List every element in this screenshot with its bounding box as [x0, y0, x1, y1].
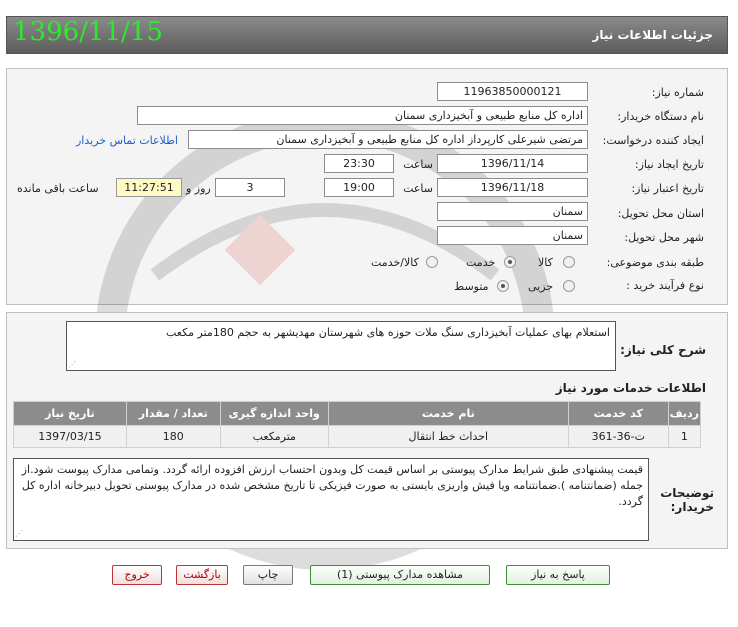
exit-button[interactable]: خروج — [112, 565, 162, 585]
view-attachments-button[interactable]: مشاهده مدارک پیوستی (1) — [310, 565, 490, 585]
col-header-date: تاریخ نیاز — [13, 401, 127, 426]
table-row: 1 ت-36-361 احداث خط انتقال مترمکعب 180 1… — [13, 425, 702, 448]
summary-textarea[interactable]: استعلام بهای عملیات آبخیزداری سنگ ملات ح… — [66, 321, 616, 371]
requester-label: ایجاد کننده درخواست: — [602, 134, 704, 147]
province-label: استان محل تحویل: — [617, 207, 704, 220]
cell-row: 1 — [667, 425, 702, 448]
cell-date: 1397/03/15 — [13, 425, 127, 448]
validity-date-field: 1396/11/18 — [437, 178, 588, 197]
category-goods-service-label: کالا/خدمت — [371, 256, 419, 269]
process-minor-label: جزیی — [528, 280, 554, 293]
cell-unit: مترمکعب — [219, 425, 329, 448]
cell-name: احداث خط انتقال — [327, 425, 569, 448]
resize-grip-icon[interactable]: ⋰ — [68, 361, 76, 369]
col-header-unit: واحد اندازه گیری — [219, 401, 329, 426]
announce-time-label: ساعت — [403, 158, 433, 171]
announce-date-field: 1396/11/14 — [437, 154, 588, 173]
category-service-radio[interactable] — [504, 256, 516, 268]
page-header: 1396/11/15 جزئیات اطلاعات نیاز — [6, 16, 728, 54]
summary-label: شرح کلی نیاز: — [620, 343, 706, 357]
resize-grip-icon[interactable]: ⋰ — [15, 530, 23, 538]
category-goods-label: کالا — [538, 256, 553, 269]
province-field: سمنان — [437, 202, 588, 221]
city-field: سمنان — [437, 226, 588, 245]
cell-qty: 180 — [125, 425, 221, 448]
col-header-code: کد خدمت — [567, 401, 669, 426]
need-number-label: شماره نیاز: — [651, 86, 704, 99]
buyer-contact-link[interactable]: اطلاعات تماس خریدار — [76, 134, 178, 147]
notes-label: توضیحات خریدار: — [660, 486, 714, 514]
remaining-label: ساعت باقی مانده — [17, 182, 99, 195]
process-medium-radio[interactable] — [497, 280, 509, 292]
remaining-time-field: 11:27:51 — [116, 178, 182, 197]
process-medium-label: متوسط — [454, 280, 489, 293]
buyer-org-field: اداره کل منابع طبیعی و آبخیزداری سمنان — [137, 106, 588, 125]
col-header-qty: تعداد / مقدار — [125, 401, 221, 426]
back-button[interactable]: بازگشت — [176, 565, 228, 585]
process-minor-radio[interactable] — [563, 280, 575, 292]
announce-date-label: تاریخ ایجاد نیاز: — [634, 158, 704, 171]
validity-time-field: 19:00 — [324, 178, 394, 197]
days-label: روز و — [186, 182, 211, 195]
services-table: ردیف کد خدمت نام خدمت واحد اندازه گیری ت… — [13, 401, 702, 448]
process-label: نوع فرآیند خرید : — [626, 279, 704, 292]
col-header-name: نام خدمت — [327, 401, 569, 426]
remaining-days-field: 3 — [215, 178, 285, 197]
category-goods-radio[interactable] — [563, 256, 575, 268]
cell-code: ت-36-361 — [567, 425, 669, 448]
category-goods-service-radio[interactable] — [426, 256, 438, 268]
print-button[interactable]: چاپ — [243, 565, 293, 585]
requester-field: مرتضی شیرعلی کارپرداز اداره کل منابع طبی… — [188, 130, 588, 149]
category-label: طبقه بندی موضوعی: — [606, 256, 704, 269]
city-label: شهر محل تحویل: — [624, 231, 704, 244]
category-service-label: خدمت — [466, 256, 496, 269]
need-number-field: 11963850000121 — [437, 82, 588, 101]
header-date: 1396/11/15 — [13, 17, 163, 47]
page-title: جزئیات اطلاعات نیاز — [592, 28, 713, 42]
notes-textarea[interactable]: قیمت پیشنهادی طبق شرایط مدارک پیوستی بر … — [13, 458, 649, 541]
services-section-title: اطلاعات خدمات مورد نیاز — [555, 381, 706, 395]
reply-button[interactable]: پاسخ به نیاز — [506, 565, 610, 585]
validity-date-label: تاریخ اعتبار نیاز: — [631, 182, 704, 195]
col-header-row: ردیف — [667, 401, 702, 426]
announce-time-field: 23:30 — [324, 154, 394, 173]
buyer-org-label: نام دستگاه خریدار: — [617, 110, 704, 123]
validity-time-label: ساعت — [403, 182, 433, 195]
